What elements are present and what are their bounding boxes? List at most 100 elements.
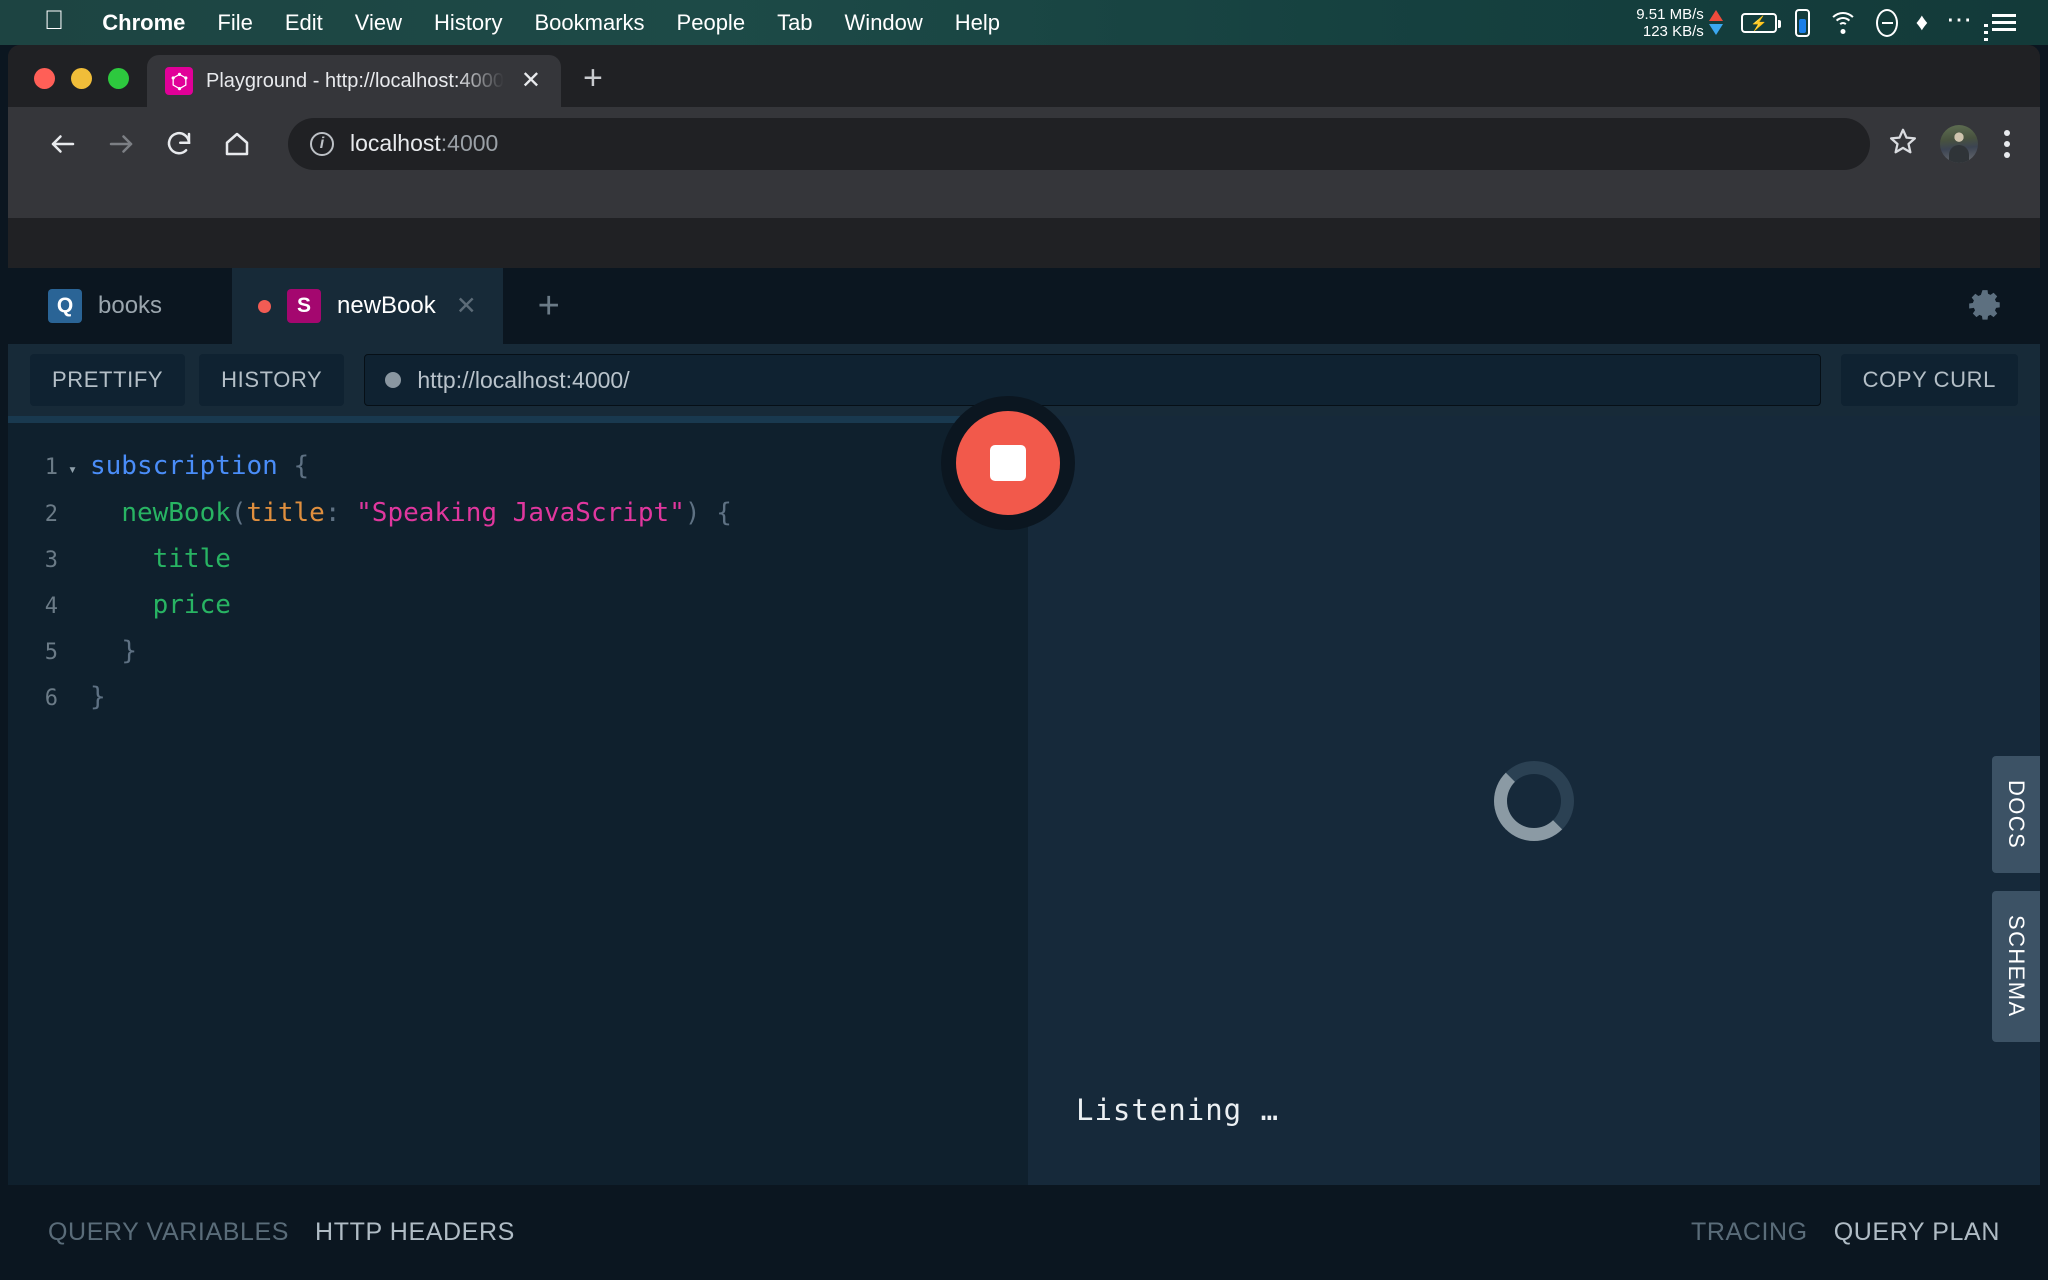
- upload-speed-label: 9.51 MB/s: [1636, 5, 1704, 23]
- phone-battery-icon[interactable]: [1794, 8, 1810, 37]
- home-icon[interactable]: [208, 115, 266, 173]
- menu-item-help[interactable]: Help: [939, 10, 1016, 36]
- prettify-button[interactable]: PRETTIFY: [30, 354, 186, 406]
- menu-item-history[interactable]: History: [418, 10, 518, 36]
- token-punc: :: [324, 498, 341, 528]
- subscription-active-dot: [258, 299, 271, 313]
- code-content: newBook(title: "Speaking JavaScript") {: [90, 491, 732, 535]
- playground-tab-books[interactable]: Q books: [22, 268, 232, 344]
- menu-item-people[interactable]: People: [661, 10, 762, 36]
- token-punc: [90, 498, 121, 528]
- apple-logo-icon[interactable]: : [44, 7, 64, 34]
- wifi-icon[interactable]: [1827, 11, 1858, 34]
- schema-side-tab[interactable]: SCHEMA: [1992, 891, 2040, 1042]
- stop-square-icon: [956, 411, 1060, 515]
- back-arrow-icon[interactable]: [34, 115, 92, 173]
- bookmark-bar-spacer: [8, 180, 2040, 218]
- stop-subscription-button[interactable]: [941, 396, 1075, 530]
- macos-menubar:  Chrome File Edit View History Bookmark…: [0, 0, 2048, 45]
- token-field: newBook: [121, 498, 231, 528]
- token-punc: ): [684, 498, 701, 528]
- playground-add-tab-button[interactable]: +: [503, 268, 595, 344]
- site-info-icon[interactable]: i: [310, 131, 334, 156]
- token-punc: [340, 498, 356, 528]
- endpoint-status-icon: [385, 372, 402, 388]
- query-variables-tab[interactable]: QUERY VARIABLES: [48, 1218, 289, 1247]
- graphql-query-editor[interactable]: 1 ▾ subscription {2 newBook(title: "Speaki…: [8, 416, 1028, 1185]
- graphql-logo-icon: [165, 67, 193, 95]
- address-bar[interactable]: i localhost:4000: [288, 117, 1870, 170]
- line-number: 5: [44, 640, 58, 665]
- network-speed-indicator[interactable]: 9.51 MB/s 123 KB/s: [1636, 6, 1723, 40]
- code-content: }: [90, 675, 106, 719]
- token-punc: [278, 451, 294, 481]
- playground-tabbar: Q books S newBook ✕ +: [8, 268, 2040, 344]
- playground-settings-button[interactable]: [1966, 268, 2040, 344]
- window-close-button[interactable]: [34, 68, 55, 89]
- control-center-icon[interactable]: [1992, 14, 2016, 31]
- endpoint-url-value: http://localhost:4000/: [417, 366, 630, 393]
- playground-tab-label: books: [98, 292, 163, 319]
- code-line: 3 title: [8, 537, 1028, 583]
- new-tab-button[interactable]: +: [583, 61, 603, 95]
- history-button[interactable]: HISTORY: [199, 354, 345, 406]
- forward-arrow-icon[interactable]: [92, 115, 150, 173]
- do-not-disturb-icon[interactable]: [1875, 8, 1898, 37]
- playground-tab-close-button[interactable]: ✕: [456, 293, 477, 319]
- menu-item-edit[interactable]: Edit: [269, 10, 339, 36]
- code-line: 6}: [8, 675, 1028, 721]
- tracing-tab[interactable]: TRACING: [1691, 1218, 1808, 1247]
- bottom-right-tabs: TRACING QUERY PLAN: [1691, 1218, 2000, 1247]
- browser-toolbar: i localhost:4000: [8, 107, 2040, 180]
- token-str: "Speaking JavaScript": [356, 498, 685, 528]
- code-content: price: [90, 583, 231, 627]
- three-dot-menu-icon[interactable]: [2000, 126, 2014, 162]
- subscription-type-badge: S: [287, 289, 321, 323]
- playground-body: 1 ▾ subscription {2 newBook(title: "Speaki…: [8, 396, 2040, 1185]
- leaf-icon[interactable]: ♦: [1916, 10, 1928, 35]
- browser-tab-playground[interactable]: Playground - http://localhost:4000 ✕: [147, 55, 561, 107]
- token-punc: [701, 498, 717, 528]
- download-arrow-icon: [1708, 24, 1723, 35]
- token-punc: {: [716, 498, 732, 528]
- menu-item-tab[interactable]: Tab: [761, 10, 828, 36]
- reload-icon[interactable]: [150, 115, 208, 173]
- window-zoom-button[interactable]: [108, 68, 129, 89]
- query-plan-tab[interactable]: QUERY PLAN: [1834, 1218, 2000, 1247]
- menubar-status-items: 9.51 MB/s 123 KB/s ⚡ ♦ ⋯: [1636, 6, 2026, 40]
- battery-charging-icon[interactable]: ⚡: [1740, 12, 1781, 33]
- editor-scrollbar[interactable]: [8, 416, 1028, 423]
- fold-toggle-icon[interactable]: ▾: [68, 447, 90, 491]
- profile-avatar[interactable]: [1940, 124, 1978, 163]
- playground-tab-newbook[interactable]: S newBook ✕: [232, 268, 503, 344]
- download-speed-label: 123 KB/s: [1642, 22, 1704, 40]
- line-number: 4: [44, 594, 58, 619]
- menubar-items:  Chrome File Edit View History Bookmark…: [22, 7, 1016, 38]
- menu-item-view[interactable]: View: [339, 10, 418, 36]
- menu-item-chrome[interactable]: Chrome: [86, 10, 201, 36]
- graphql-playground: Q books S newBook ✕ + PRETTIFY HISTORY h…: [8, 268, 2040, 1280]
- code-content: subscription {: [90, 444, 309, 488]
- window-traffic-lights: [8, 68, 147, 107]
- docs-side-tab[interactable]: DOCS: [1992, 756, 2040, 874]
- line-number: 3: [44, 548, 58, 573]
- token-punc: [90, 636, 121, 666]
- subscription-status-text: Listening …: [1076, 1093, 1280, 1127]
- browser-tab-title: Playground - http://localhost:4000: [206, 69, 504, 92]
- browser-tab-close-button[interactable]: ✕: [517, 69, 545, 93]
- browser-tabstrip: Playground - http://localhost:4000 ✕ +: [8, 45, 2040, 107]
- star-icon[interactable]: [1888, 126, 1918, 161]
- window-minimize-button[interactable]: [71, 68, 92, 89]
- line-number: 1: [44, 455, 58, 480]
- query-editor-pane[interactable]: 1 ▾ subscription {2 newBook(title: "Speaki…: [8, 416, 1028, 1185]
- menu-item-window[interactable]: Window: [829, 10, 939, 36]
- bottom-left-tabs: QUERY VARIABLES HTTP HEADERS: [48, 1218, 515, 1247]
- code-line: 1 ▾ subscription {: [8, 444, 1028, 491]
- endpoint-url-input[interactable]: http://localhost:4000/: [364, 354, 1821, 406]
- menu-item-bookmarks[interactable]: Bookmarks: [519, 10, 661, 36]
- copy-curl-button[interactable]: COPY CURL: [1840, 354, 2018, 406]
- http-headers-tab[interactable]: HTTP HEADERS: [315, 1218, 515, 1247]
- token-punc: [90, 544, 153, 574]
- menu-item-file[interactable]: File: [201, 10, 268, 36]
- overflow-dots-icon[interactable]: ⋯: [1946, 6, 1974, 32]
